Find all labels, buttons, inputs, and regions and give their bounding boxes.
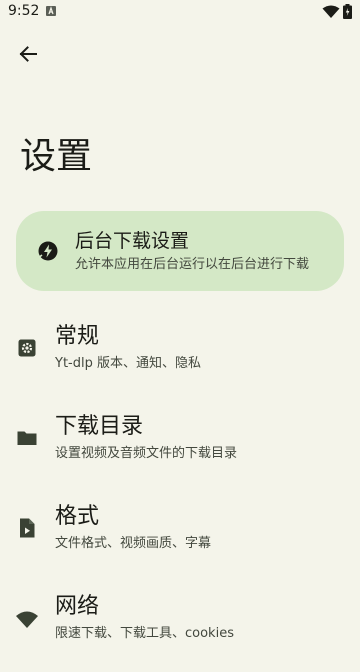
arrow-left-icon (19, 46, 37, 62)
page-title: 设置 (20, 136, 93, 177)
file-video-icon (20, 518, 35, 538)
wifi-icon (16, 611, 38, 628)
item-title: 网络 (55, 594, 100, 619)
setting-item-network[interactable]: 网络 限速下载、下载工具、cookies (0, 586, 360, 672)
setting-item-download-directory[interactable]: 下载目录 设置视频及音频文件的下载目录 (0, 406, 360, 492)
item-title: 常规 (55, 324, 100, 349)
item-subtitle: 限速下载、下载工具、cookies (55, 626, 234, 641)
status-bar: 9:52 (0, 0, 360, 24)
back-button[interactable] (12, 38, 44, 70)
item-subtitle: Yt-dlp 版本、通知、隐私 (55, 356, 201, 371)
accessibility-a-icon (46, 6, 56, 16)
wifi-status-icon (322, 5, 340, 18)
card-subtitle: 允许本应用在后台运行以在后台进行下载 (75, 257, 310, 272)
bolt-icon (38, 241, 58, 261)
item-subtitle: 设置视频及音频文件的下载目录 (55, 446, 238, 461)
item-title: 下载目录 (55, 414, 144, 439)
item-title: 格式 (55, 504, 100, 529)
setting-item-general[interactable]: 常规 Yt-dlp 版本、通知、隐私 (0, 316, 360, 402)
status-time: 9:52 (8, 3, 40, 19)
card-title: 后台下载设置 (75, 230, 190, 252)
setting-item-format[interactable]: 格式 文件格式、视频画质、字幕 (0, 496, 360, 582)
folder-icon (17, 431, 37, 445)
gear-icon (18, 339, 36, 357)
battery-icon (343, 4, 352, 19)
background-download-card[interactable]: 后台下载设置 允许本应用在后台运行以在后台进行下载 (16, 211, 344, 291)
item-subtitle: 文件格式、视频画质、字幕 (55, 536, 212, 551)
